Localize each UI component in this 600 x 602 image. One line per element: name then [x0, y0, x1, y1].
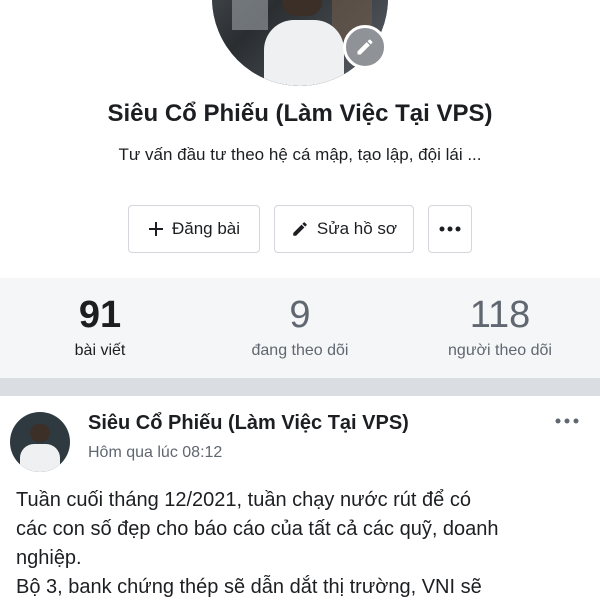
stat-following-value: 9 — [289, 294, 311, 336]
stat-posts-label: bài viết — [74, 342, 126, 359]
stat-following[interactable]: 9 đang theo dõi — [200, 292, 400, 360]
stat-followers-label: người theo dõi — [448, 342, 552, 359]
profile-stats: 91 bài viết 9 đang theo dõi 118 người th… — [0, 278, 600, 378]
post-author-name[interactable]: Siêu Cổ Phiếu (Làm Việc Tại VPS) — [88, 412, 409, 435]
stat-followers-value: 118 — [469, 294, 531, 336]
stat-followers[interactable]: 118 người theo dõi — [400, 292, 600, 360]
more-options-button[interactable] — [428, 205, 472, 253]
stat-posts[interactable]: 91 bài viết — [0, 292, 200, 360]
stat-posts-value: 91 — [78, 294, 122, 336]
edit-profile-label: Sửa hồ sơ — [316, 219, 398, 238]
edit-avatar-button[interactable] — [343, 25, 387, 69]
edit-profile-button[interactable]: Sửa hồ sơ — [274, 205, 414, 253]
post-body: Tuần cuối tháng 12/2021, tuần chạy nước … — [16, 489, 499, 598]
profile-bio: Tư vấn đầu tư theo hệ cá mập, tạo lập, đ… — [118, 145, 482, 164]
ellipsis-icon — [555, 418, 579, 424]
post-author-avatar[interactable] — [10, 412, 70, 472]
add-post-label: Đăng bài — [171, 219, 241, 238]
pencil-icon — [357, 39, 373, 55]
ellipsis-icon — [439, 226, 461, 232]
section-divider — [0, 378, 600, 396]
post-options-button[interactable] — [552, 412, 582, 430]
post-timestamp[interactable]: Hôm qua lúc 08:12 — [88, 444, 222, 462]
profile-name: Siêu Cổ Phiếu (Làm Việc Tại VPS) — [107, 100, 493, 127]
post-card: Siêu Cổ Phiếu (Làm Việc Tại VPS) Hôm qua… — [0, 396, 600, 600]
add-post-button[interactable]: Đăng bài — [128, 205, 260, 253]
plus-icon — [148, 222, 163, 236]
stat-following-label: đang theo dõi — [251, 342, 349, 359]
pencil-icon — [293, 222, 307, 236]
